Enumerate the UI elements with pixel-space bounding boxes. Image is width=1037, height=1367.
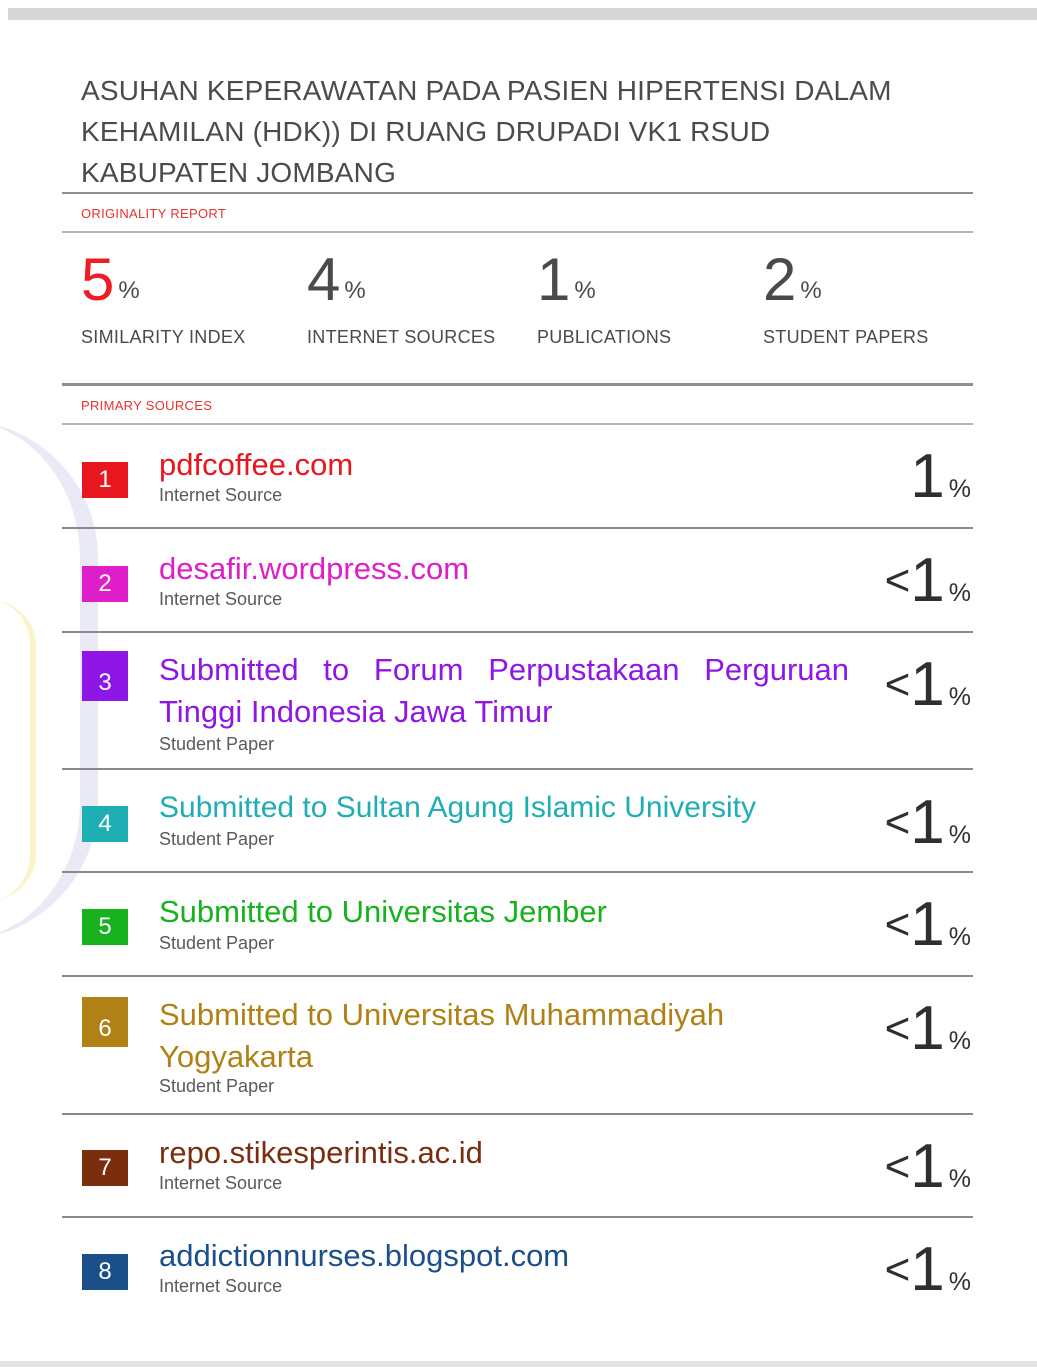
source-name[interactable]: addictionnurses.blogspot.com (159, 1235, 849, 1277)
title-line: ASUHAN KEPERAWATAN PADA PASIEN HIPERTENS… (81, 75, 892, 106)
divider (62, 231, 973, 233)
divider (62, 192, 973, 194)
percent-value: 1 (910, 1132, 945, 1201)
primary-sources-label: PRIMARY SOURCES (81, 398, 213, 413)
rank-badge: 1 (82, 462, 128, 498)
source-name[interactable]: repo.stikesperintis.ac.id (159, 1132, 849, 1174)
less-than: < (884, 1142, 911, 1191)
title-line: KEHAMILAN (HDK)) DI RUANG DRUPADI VK1 RS… (81, 116, 771, 147)
rank-badge: 2 (82, 566, 128, 602)
less-than: < (884, 900, 911, 949)
source-name[interactable]: desafir.wordpress.com (159, 548, 849, 590)
stat-percent: % (344, 277, 366, 304)
source-percent: <1% (885, 1131, 971, 1202)
source-row-5: 5 Submitted to Universitas Jember Studen… (62, 873, 973, 977)
stat-value: 2 (763, 246, 797, 313)
stat-similarity-index: 5% SIMILARITY INDEX (81, 245, 246, 348)
less-than: < (884, 1245, 911, 1294)
divider (62, 768, 973, 770)
stat-percent: % (118, 277, 140, 304)
source-name[interactable]: Submitted to Sultan Agung Islamic Univer… (159, 787, 859, 829)
source-name[interactable]: pdfcoffee.com (159, 444, 849, 486)
percent-sign: % (948, 821, 971, 849)
divider (62, 383, 973, 386)
percent-sign: % (948, 1027, 971, 1055)
percent-value: 1 (910, 994, 945, 1063)
stat-value: 4 (307, 246, 341, 313)
percent-sign: % (948, 579, 971, 607)
source-type: Student Paper (159, 1076, 275, 1096)
stat-student-papers: 2% STUDENT PAPERS (763, 245, 929, 348)
stat-internet-sources: 4% INTERNET SOURCES (307, 245, 496, 348)
rank-badge: 4 (82, 806, 128, 842)
source-type: Student Paper (159, 933, 275, 953)
rank-badge: 8 (82, 1254, 128, 1290)
percent-value: 1 (910, 442, 945, 511)
source-type: Internet Source (159, 1276, 283, 1296)
rank-badge: 6 (82, 997, 128, 1047)
percent-sign: % (948, 1268, 971, 1296)
source-name[interactable]: Submitted to Forum Perpustakaan Pergurua… (159, 649, 849, 733)
percent-value: 1 (910, 890, 945, 959)
source-row-2: 2 desafir.wordpress.com Internet Source … (62, 529, 973, 633)
stat-label: STUDENT PAPERS (763, 327, 929, 347)
source-row-3: 3 Submitted to Forum Perpustakaan Pergur… (62, 633, 973, 771)
source-type: Internet Source (159, 485, 283, 505)
less-than: < (884, 660, 911, 709)
stat-publications: 1% PUBLICATIONS (537, 245, 671, 348)
title-line: KABUPATEN JOMBANG (81, 157, 397, 188)
rank-badge: 5 (82, 909, 128, 945)
source-percent: <1% (885, 545, 971, 616)
stat-label: SIMILARITY INDEX (81, 327, 246, 347)
source-row-8: 8 addictionnurses.blogspot.com Internet … (62, 1218, 973, 1322)
source-percent: <1% (885, 787, 971, 858)
source-row-4: 4 Submitted to Sultan Agung Islamic Univ… (62, 771, 973, 875)
source-row-6: 6 Submitted to Universitas Muhammadiyah … (62, 977, 973, 1115)
source-type: Student Paper (159, 829, 275, 849)
less-than: < (884, 556, 911, 605)
rank-badge: 3 (82, 651, 128, 701)
less-than: < (884, 1004, 911, 1053)
source-percent: <1% (885, 889, 971, 960)
source-type: Student Paper (159, 734, 275, 754)
document-title: ASUHAN KEPERAWATAN PADA PASIEN HIPERTENS… (81, 70, 941, 193)
top-bar (8, 8, 1037, 20)
percent-sign: % (948, 923, 971, 951)
percent-value: 1 (910, 1235, 945, 1304)
percent-sign: % (948, 1165, 971, 1193)
rank-badge: 7 (82, 1150, 128, 1186)
source-row-7: 7 repo.stikesperintis.ac.id Internet Sou… (62, 1115, 973, 1219)
source-name[interactable]: Submitted to Universitas Muhammadiyah Yo… (159, 994, 799, 1078)
originality-report-label: ORIGINALITY REPORT (81, 206, 227, 221)
stat-value: 1 (537, 246, 571, 313)
bottom-bar (0, 1361, 1037, 1367)
stat-label: INTERNET SOURCES (307, 327, 496, 347)
source-type: Internet Source (159, 589, 283, 609)
stat-value: 5 (81, 246, 115, 313)
source-type: Internet Source (159, 1173, 283, 1193)
stat-label: PUBLICATIONS (537, 327, 672, 347)
source-percent: 1% (910, 441, 971, 512)
percent-sign: % (948, 683, 971, 711)
percent-value: 1 (910, 650, 945, 719)
source-row-1: 1 pdfcoffee.com Internet Source 1% (62, 425, 973, 529)
source-percent: <1% (885, 993, 971, 1064)
percent-sign: % (948, 475, 971, 503)
stat-percent: % (574, 277, 596, 304)
source-name[interactable]: Submitted to Universitas Jember (159, 891, 849, 933)
less-than: < (884, 798, 911, 847)
percent-value: 1 (910, 546, 945, 615)
percent-value: 1 (910, 788, 945, 857)
stat-percent: % (800, 277, 822, 304)
source-percent: <1% (885, 1234, 971, 1305)
watermark-arc-yellow (0, 600, 36, 900)
source-percent: <1% (885, 649, 971, 720)
